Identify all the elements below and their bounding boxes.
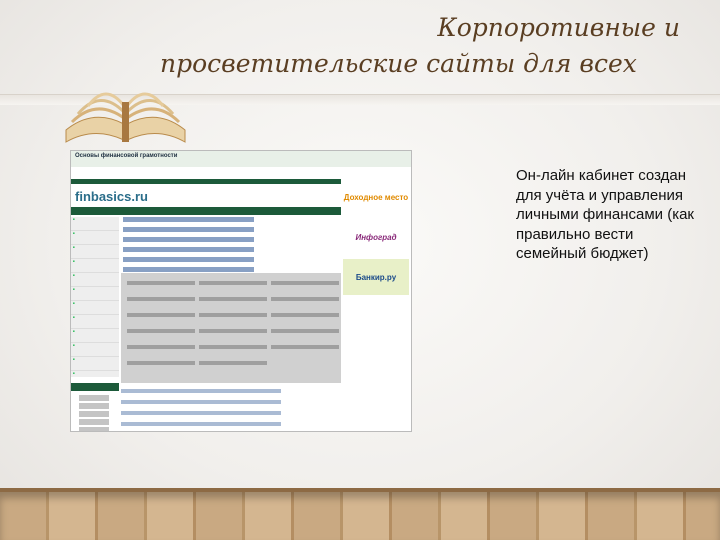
- menu-item: [71, 315, 119, 329]
- slide-title: Корпоротивные и просветительские сайты д…: [160, 10, 680, 82]
- wood-floor: [0, 492, 720, 540]
- menu-item: [71, 245, 119, 259]
- menu-item: [71, 287, 119, 301]
- menu-item: [71, 301, 119, 315]
- news-line: [123, 217, 341, 222]
- site-left-menu: [71, 217, 119, 385]
- website-screenshot: Основы финансовой грамотности finbasics.…: [70, 150, 412, 432]
- news-line: [123, 227, 341, 232]
- site-bottom-links: [121, 389, 281, 431]
- menu-item: [71, 217, 119, 231]
- site-sections-block: [121, 273, 341, 383]
- ad-banner: Доходное место: [343, 192, 409, 202]
- news-line: [123, 267, 341, 272]
- site-subheader: [71, 167, 411, 175]
- menu-item: [71, 259, 119, 273]
- news-line: [123, 257, 341, 262]
- section-column: [271, 281, 339, 361]
- ad-banner: Инфоград: [355, 232, 397, 242]
- site-ad-column: Доходное место Инфоград Банкир.ру: [343, 179, 409, 299]
- section-column: [199, 281, 267, 377]
- slide-caption: Он-лайн кабинет создан для учёта и управ…: [516, 167, 694, 262]
- title-line-1: Корпоротивные и: [437, 13, 680, 42]
- menu-item: [71, 231, 119, 245]
- menu-item: [71, 329, 119, 343]
- news-line: [123, 237, 341, 242]
- ad-banner: Банкир.ру: [343, 259, 409, 295]
- site-bottom-menu: [71, 393, 119, 431]
- news-line: [123, 247, 341, 252]
- section-column: [127, 281, 195, 377]
- title-line-2: просветительские сайты для всех: [160, 49, 637, 78]
- site-bottom-bar: [71, 383, 119, 391]
- site-header: Основы финансовой грамотности: [71, 151, 411, 167]
- site-top-bar: [71, 179, 341, 184]
- menu-item: [71, 343, 119, 357]
- site-nav-bar: [71, 207, 341, 215]
- open-book-icon: [65, 92, 186, 143]
- menu-item: [71, 357, 119, 371]
- site-logo: finbasics.ru: [75, 189, 148, 204]
- menu-item: [71, 273, 119, 287]
